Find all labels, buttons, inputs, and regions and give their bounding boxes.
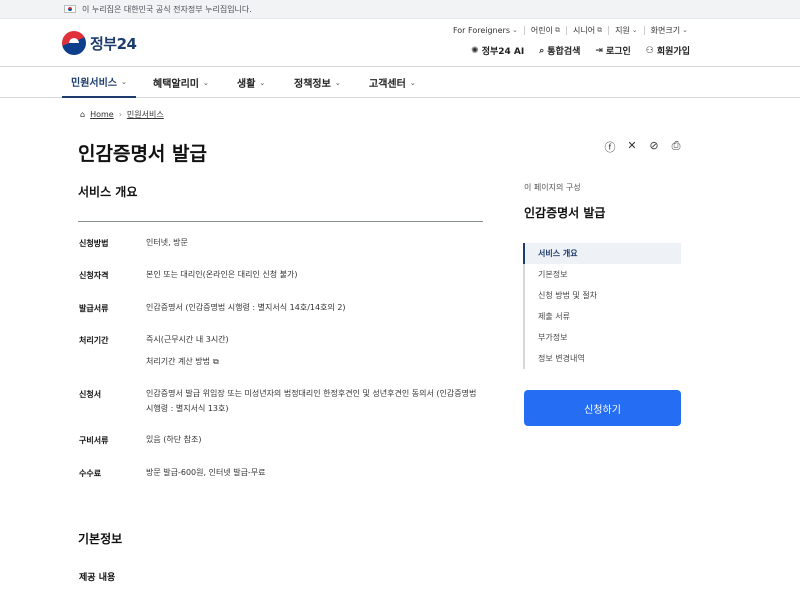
logo-number: 24 <box>116 34 137 53</box>
share-tools: ⓕ ✕ ⊘ ⎙ <box>604 139 682 155</box>
taegeuk-logo-icon <box>62 31 86 55</box>
gov-banner-text: 이 누리집은 대한민국 공식 전자정부 누리집입니다. <box>82 4 252 14</box>
row-value: 있음 (하단 참조) <box>146 435 202 444</box>
toc-item-documents[interactable]: 제출 서류 <box>525 306 681 327</box>
row-label: 신청방법 <box>79 239 109 248</box>
page-toc: 서비스 개요 기본정보 신청 방법 및 절차 제출 서류 부가정보 정보 변경내… <box>523 243 681 369</box>
util-link-screen-size[interactable]: 화면크기 ⌄ <box>643 26 694 35</box>
row-label: 처리기간 <box>79 336 109 345</box>
overview-heading: 서비스 개요 <box>78 185 138 199</box>
toc-item-basic-info[interactable]: 기본정보 <box>525 264 681 285</box>
utility-links: For Foreigners ⌄ 어린이 ⧉ 시니어 ⧉ 지원 ⌄ 화면크기 ⌄ <box>447 26 694 35</box>
chevron-down-icon: ⌄ <box>631 26 638 34</box>
row-value: 즉시(근무시간 내 3시간) <box>146 335 229 344</box>
nav-item-support-center[interactable]: 고객센터 ⌄ <box>369 67 416 98</box>
chevron-right-icon: › <box>118 110 122 119</box>
util-link-kids[interactable]: 어린이 ⧉ <box>523 26 566 35</box>
toc-item-change-history[interactable]: 정보 변경내역 <box>525 348 681 369</box>
processing-time-calc-link[interactable]: 처리기간 계산 방법 ⧉ <box>146 354 219 369</box>
main-links: ✺ 정부24 AI ⌕ 통합검색 ⇥ 로그인 ⚇ 회원가입 <box>471 44 690 58</box>
search-link[interactable]: ⌕ 통합검색 <box>539 44 580 58</box>
chevron-down-icon: ⌄ <box>121 77 127 86</box>
copy-icon: ⧉ <box>212 357 219 366</box>
site-logo[interactable]: 정부24 <box>62 31 137 55</box>
row-label: 수수료 <box>79 469 102 478</box>
page-title: 인감증명서 발급 <box>78 143 207 165</box>
apply-button[interactable]: 신청하기 <box>524 390 681 426</box>
chevron-down-icon: ⌄ <box>512 26 518 34</box>
toc-item-overview[interactable]: 서비스 개요 <box>523 243 681 264</box>
nav-item-policy[interactable]: 정책정보 ⌄ <box>294 67 341 98</box>
gov24-ai-link[interactable]: ✺ 정부24 AI <box>471 44 524 58</box>
toc-item-procedure[interactable]: 신청 방법 및 절차 <box>525 285 681 306</box>
row-label: 구비서류 <box>79 436 109 445</box>
gov-banner: 이 누리집은 대한민국 공식 전자정부 누리집입니다. <box>0 0 800 19</box>
external-link-icon: ⧉ <box>597 26 603 34</box>
aside-title: 인감증명서 발급 <box>524 206 606 220</box>
util-link-foreigners[interactable]: For Foreigners ⌄ <box>447 26 524 35</box>
site-header: 정부24 For Foreigners ⌄ 어린이 ⧉ 시니어 ⧉ 지원 ⌄ 화면크기 ⌄… <box>0 19 800 67</box>
signup-link[interactable]: ⚇ 회원가입 <box>645 44 690 58</box>
print-icon[interactable]: ⎙ <box>670 139 682 155</box>
nav-item-benefits[interactable]: 혜택알리미 ⌄ <box>153 67 209 98</box>
chevron-down-icon: ⌄ <box>203 78 209 87</box>
util-link-support[interactable]: 지원 ⌄ <box>608 26 644 35</box>
home-icon: ⌂ <box>80 110 86 119</box>
row-value: 방문 발급-600원, 인터넷 발급-무료 <box>146 468 266 477</box>
breadcrumb-home[interactable]: Home <box>90 110 114 119</box>
ai-icon: ✺ <box>471 45 479 56</box>
toc-item-additional-info[interactable]: 부가정보 <box>525 327 681 348</box>
login-icon: ⇥ <box>595 45 603 56</box>
main-nav: 민원서비스 ⌄ 혜택알리미 ⌄ 생활 ⌄ 정책정보 ⌄ 고객센터 ⌄ <box>0 67 800 98</box>
row-label: 신청자격 <box>79 271 109 280</box>
external-link-icon: ⧉ <box>554 26 560 34</box>
logo-name: 정부 <box>90 34 117 53</box>
nav-item-civil-service[interactable]: 민원서비스 ⌄ <box>62 67 136 98</box>
basic-info-subheading: 제공 내용 <box>79 573 116 583</box>
chevron-down-icon: ⌄ <box>334 78 341 87</box>
facebook-icon[interactable]: ⓕ <box>604 139 616 155</box>
aside-caption: 이 페이지의 구성 <box>524 183 581 192</box>
row-value: 본인 또는 대리인(온라인은 대리인 신청 불가) <box>146 270 298 279</box>
row-label: 발급서류 <box>79 304 109 313</box>
korea-flag-icon <box>64 5 76 13</box>
user-plus-icon: ⚇ <box>645 45 654 56</box>
chevron-down-icon: ⌄ <box>682 26 688 34</box>
overview-divider <box>78 221 483 222</box>
row-value: 인감증명서 발급 위임장 또는 미성년자의 법정대리인 한정후견인 및 성년후견… <box>146 389 477 413</box>
x-icon[interactable]: ✕ <box>626 139 638 155</box>
breadcrumb: ⌂ Home › 민원서비스 <box>80 109 164 120</box>
row-value: 인감증명서 (인감증명법 시행령 : 별지서식 14호/14호의 2) <box>146 303 346 312</box>
nav-item-life[interactable]: 생활 ⌄ <box>237 67 265 98</box>
util-link-senior[interactable]: 시니어 ⧉ <box>565 26 608 35</box>
chevron-down-icon: ⌄ <box>409 78 416 87</box>
login-link[interactable]: ⇥ 로그인 <box>595 44 630 58</box>
row-value: 인터넷, 방문 <box>146 238 188 247</box>
row-label: 신청서 <box>79 390 102 399</box>
search-icon: ⌕ <box>539 45 545 56</box>
link-icon[interactable]: ⊘ <box>648 139 660 155</box>
basic-info-heading: 기본정보 <box>78 532 123 546</box>
chevron-down-icon: ⌄ <box>259 78 266 87</box>
breadcrumb-current[interactable]: 민원서비스 <box>127 109 164 120</box>
